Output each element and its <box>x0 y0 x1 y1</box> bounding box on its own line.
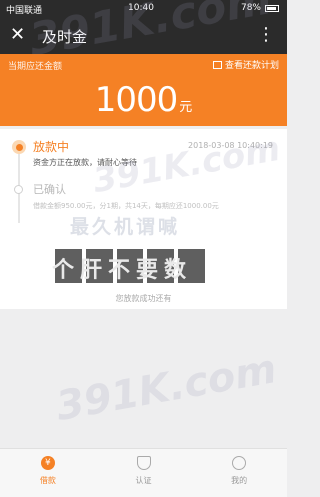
pending-step-icon <box>14 185 23 194</box>
hint-text: 您放款成功还有 <box>115 294 172 303</box>
tab-label: 认证 <box>135 476 152 485</box>
active-step-icon <box>12 140 26 154</box>
user-icon <box>232 456 247 470</box>
close-icon[interactable]: ✕ <box>10 23 25 47</box>
repayment-plan-label: 查看还款计划 <box>224 61 279 71</box>
tab-verify[interactable]: 认证 <box>96 449 192 497</box>
step-title-confirmed: 已确认 <box>33 183 66 196</box>
repayment-plan-link[interactable]: 查看还款计划 <box>212 58 279 71</box>
step-description-confirmed: 借款金额950.00元，分1期，共14天，每期应还1000.00元 <box>33 202 219 210</box>
calendar-icon <box>212 60 222 69</box>
loan-icon: ¥ <box>40 456 55 470</box>
tab-loan[interactable]: ¥ 借款 <box>0 449 96 497</box>
amount-panel: 当期应还金额 查看还款计划 1000 元 <box>0 54 287 126</box>
amount-value: 1000 <box>94 80 179 120</box>
tab-label: 我的 <box>231 476 248 485</box>
amount-display: 1000 元 <box>0 80 287 120</box>
shield-icon <box>136 456 151 470</box>
tab-bar: ¥ 借款 认证 我的 <box>0 448 287 497</box>
watermark-text: 最久机谓喊 <box>70 216 181 238</box>
more-icon[interactable]: ⋮ <box>257 23 275 47</box>
tab-mine[interactable]: 我的 <box>191 449 287 497</box>
watermark: 391K.com <box>52 346 280 430</box>
amount-unit: 元 <box>179 100 193 115</box>
overlay-text: 个肝不要数 <box>52 258 193 283</box>
step-title-lending: 放款中 <box>33 140 70 154</box>
tab-label: 借款 <box>39 476 56 485</box>
timeline-line <box>18 145 20 223</box>
